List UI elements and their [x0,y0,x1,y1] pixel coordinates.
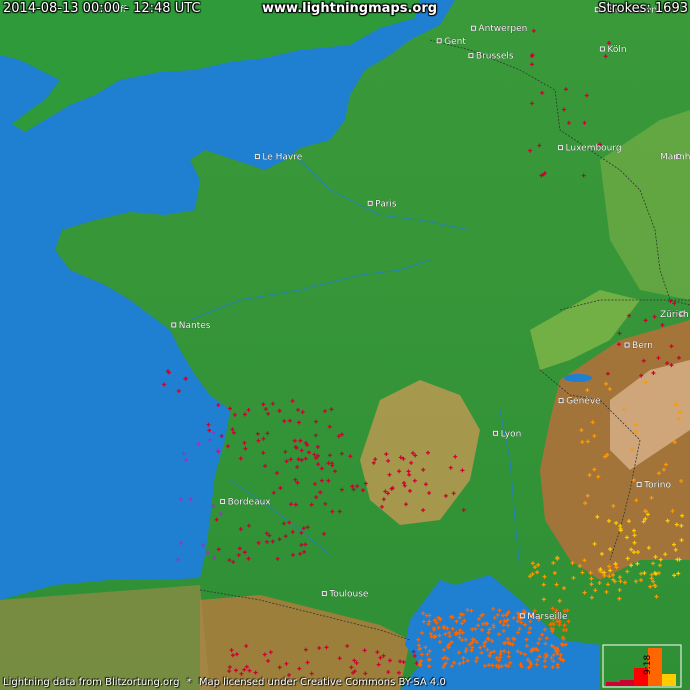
city-marker [468,53,474,59]
city-name: Torino [643,480,671,490]
legend-bar [662,674,676,686]
lightning-map[interactable]: CardiffGentAntwerpenBrusselsOberhausenKö… [0,0,690,690]
city-marker [321,591,327,596]
city-name: Bern [632,341,653,351]
legend-bar [620,680,634,686]
city-marker [171,322,177,328]
city-toulouse[interactable]: Toulouse [321,589,369,600]
city-marker [367,200,373,206]
city-gen-ve[interactable]: Genève [558,395,601,407]
city-luxembourg[interactable]: Luxembourg [558,143,622,154]
city-name: Bordeaux [228,498,272,508]
data-credit[interactable]: Lightning data from Blitzortung.org [3,677,179,688]
city-name: Brussels [476,52,514,62]
city-name: Le Havre [262,153,302,163]
city-marker [471,25,476,31]
city-name: Toulouse [328,590,369,600]
city-marker [436,38,442,44]
city-marker [636,482,642,487]
city-marker [558,398,564,404]
city-name: Lyon [501,429,522,439]
city-name: Mannheim [660,153,690,163]
city-antwerpen[interactable]: Antwerpen [471,24,528,34]
city-marker [624,342,630,348]
license-text[interactable]: Map licensed under Creative Commons BY-S… [199,677,446,688]
legend-label: 9:18 [643,655,653,675]
city-brussels[interactable]: Brussels [468,51,514,62]
city-marker [599,46,605,52]
site-link[interactable]: www.lightningmaps.org [262,1,437,16]
city-marker [493,430,498,436]
terrain-spain-north [0,585,210,690]
city-name: Zürich [660,310,689,320]
city-marker [220,499,226,504]
city-bordeaux[interactable]: Bordeaux [220,497,272,508]
city-name: Nantes [179,321,211,331]
city-name: Paris [375,199,397,209]
lake-geneva [564,374,592,382]
city-z-rich[interactable]: Zürich [660,310,689,320]
time-range: 2014-08-13 00:00 - 12:48 UTC [3,1,201,16]
city-marker [254,154,260,159]
legend-bar [606,682,620,686]
city-name: Luxembourg [566,144,622,154]
footer-credits: Lightning data from Blitzortung.org * Ma… [3,677,446,688]
city-name: Gent [444,37,466,47]
city-marker [519,613,525,619]
city-name: Marseille [527,612,568,622]
city-name: Genève [566,396,601,407]
city-le-havre[interactable]: Le Havre [254,152,303,163]
city-marker [558,145,563,151]
city-marseille[interactable]: Marseille [519,612,568,622]
strokes-count: Strokes: 1693 [598,1,688,16]
city-mannheim[interactable]: Mannheim [660,152,690,163]
city-name: Köln [607,45,626,55]
city-name: Antwerpen [478,24,527,34]
footer-separator: * [186,677,192,688]
